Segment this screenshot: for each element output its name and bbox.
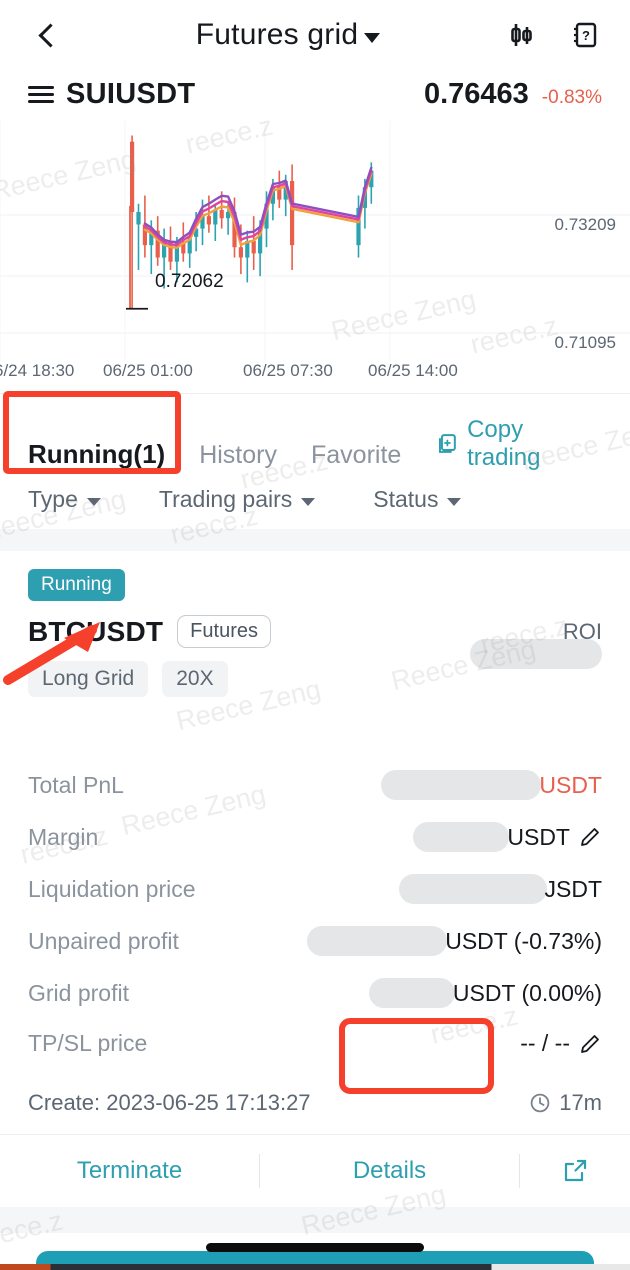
filter-status[interactable]: Status (373, 486, 462, 513)
redacted-value (413, 822, 510, 852)
market-type-tag: Futures (177, 615, 271, 648)
candlestick-chart-canvas (0, 121, 630, 361)
copy-trading-label: Copy trading (467, 416, 541, 471)
help-manual-icon[interactable]: ? (568, 18, 602, 52)
order-detail-rows: Total PnL USDT Margin USDT Liquidation price… (0, 759, 630, 1068)
x-axis-tick: 06/25 01:00 (103, 361, 193, 380)
detail-row-value: USDT (0.00%) (368, 978, 602, 1008)
back-button[interactable] (28, 13, 72, 57)
symbol-change-percent: -0.83% (541, 87, 602, 108)
detail-row: Total PnL USDT (0, 759, 630, 811)
details-button[interactable]: Details (260, 1157, 519, 1185)
external-link-icon (564, 1159, 587, 1182)
copy-documents-icon (439, 434, 457, 453)
detail-row-label: Liquidation price (28, 875, 196, 902)
detail-row-label: Unpaired profit (28, 927, 179, 954)
home-indicator (206, 1243, 424, 1252)
y-axis-tick: 0.73209 (554, 215, 616, 234)
x-axis-tick: 6/24 18:30 (0, 361, 75, 380)
tab-running[interactable]: Running(1) (28, 439, 165, 472)
order-action-bar: Terminate Details (0, 1135, 630, 1207)
chart-x-axis: 6/24 18:30 06/25 01:00 06/25 07:30 06/25… (0, 361, 630, 393)
detail-row-value: USDT (-0.73%) (307, 926, 602, 956)
symbol-name: SUIUSDT (66, 78, 196, 110)
clock-icon (530, 1093, 550, 1113)
x-axis-tick: 06/25 07:30 (243, 361, 333, 380)
detail-row-text: -- / -- (520, 1030, 570, 1056)
detail-row-label: Grid profit (28, 979, 129, 1006)
tab-history[interactable]: History (199, 441, 277, 472)
chevron-down-icon (86, 497, 101, 506)
order-create-time: Create: 2023-06-25 17:13:27 (28, 1090, 311, 1115)
order-filters: Type Trading pairs Status (0, 472, 630, 529)
filter-type-label: Type (28, 486, 78, 512)
x-axis-tick: 06/25 14:00 (368, 361, 458, 380)
redacted-value (381, 770, 542, 800)
svg-text:?: ? (582, 28, 590, 43)
share-button[interactable] (520, 1156, 630, 1186)
price-marker-label: 0.72062 (155, 271, 224, 292)
page-title-dropdown[interactable]: Futures grid (72, 18, 504, 52)
redacted-value (368, 978, 455, 1008)
redacted-value (398, 874, 547, 904)
hamburger-icon[interactable] (28, 86, 54, 103)
section-divider (0, 529, 630, 551)
detail-row-unit: USDT (-0.73%) (445, 927, 602, 954)
order-create-row: Create: 2023-06-25 17:13:27 17m (0, 1068, 630, 1134)
redacted-value (307, 926, 448, 956)
caret-down-icon (364, 32, 381, 43)
detail-row-unit: USDT (507, 823, 570, 850)
chevron-down-icon (301, 497, 316, 506)
detail-row-value: USDT (381, 770, 602, 800)
order-tabs: Running(1) History Favorite Copy trading (0, 394, 630, 472)
section-divider-bottom (0, 1207, 630, 1233)
chevron-left-icon (37, 22, 63, 48)
y-axis-tick: 0.71095 (554, 333, 616, 352)
candlestick-chart-icon[interactable] (504, 18, 538, 52)
detail-row-unit: USDT (0.00%) (452, 979, 602, 1006)
symbol-price-group: 0.76463 -0.83% (424, 78, 602, 111)
chip-leverage: 20X (162, 661, 228, 697)
detail-row: Margin USDT (0, 811, 630, 863)
detail-row: Unpaired profit USDT (-0.73%) (0, 915, 630, 967)
detail-row-label: Total PnL (28, 771, 124, 798)
nav-actions: ? (504, 18, 602, 52)
detail-row-value: JSDT (398, 874, 603, 904)
symbol-price: 0.76463 (423, 78, 529, 110)
detail-row-unit: JSDT (544, 875, 603, 902)
filter-status-label: Status (373, 486, 439, 512)
filter-type[interactable]: Type (28, 486, 101, 513)
detail-row-value: -- / -- (520, 1030, 602, 1057)
roi-value-redacted (470, 639, 602, 669)
detail-row: Liquidation price JSDT (0, 863, 630, 915)
order-duration: 17m (529, 1090, 602, 1116)
detail-row: TP/SL price -- / -- (0, 1019, 630, 1068)
top-navigation-bar: Futures grid ? (0, 0, 630, 70)
detail-row-value: USDT (413, 822, 602, 852)
terminate-button[interactable]: Terminate (0, 1157, 259, 1185)
page-title: Futures grid (195, 18, 359, 51)
detail-row: Grid profit USDT (0.00%) (0, 967, 630, 1019)
tab-favorite[interactable]: Favorite (311, 441, 401, 472)
futures-grid-screen: Futures grid ? SUIUSDT 0.76463 -0.83% 0.… (0, 0, 630, 1270)
status-badge: Running (28, 569, 125, 601)
edit-pencil-icon[interactable] (578, 825, 602, 849)
screen-bottom-edge (0, 1264, 630, 1270)
detail-row-label: TP/SL price (28, 1030, 148, 1056)
edit-pencil-icon[interactable] (578, 1032, 602, 1056)
annotation-arrow-long-grid (3, 622, 100, 685)
detail-row-label: Margin (28, 823, 99, 850)
copy-trading-button[interactable]: Copy trading (435, 416, 602, 472)
price-chart[interactable]: 0.73209 0.71095 0.72062 (0, 121, 630, 361)
filter-trading-pairs-label: Trading pairs (158, 486, 293, 512)
symbol-header-row[interactable]: SUIUSDT 0.76463 -0.83% (0, 70, 630, 121)
filter-trading-pairs[interactable]: Trading pairs (158, 486, 316, 513)
chevron-down-icon (447, 497, 462, 506)
order-duration-label: 17m (559, 1090, 602, 1115)
detail-row-unit: USDT (539, 771, 602, 798)
